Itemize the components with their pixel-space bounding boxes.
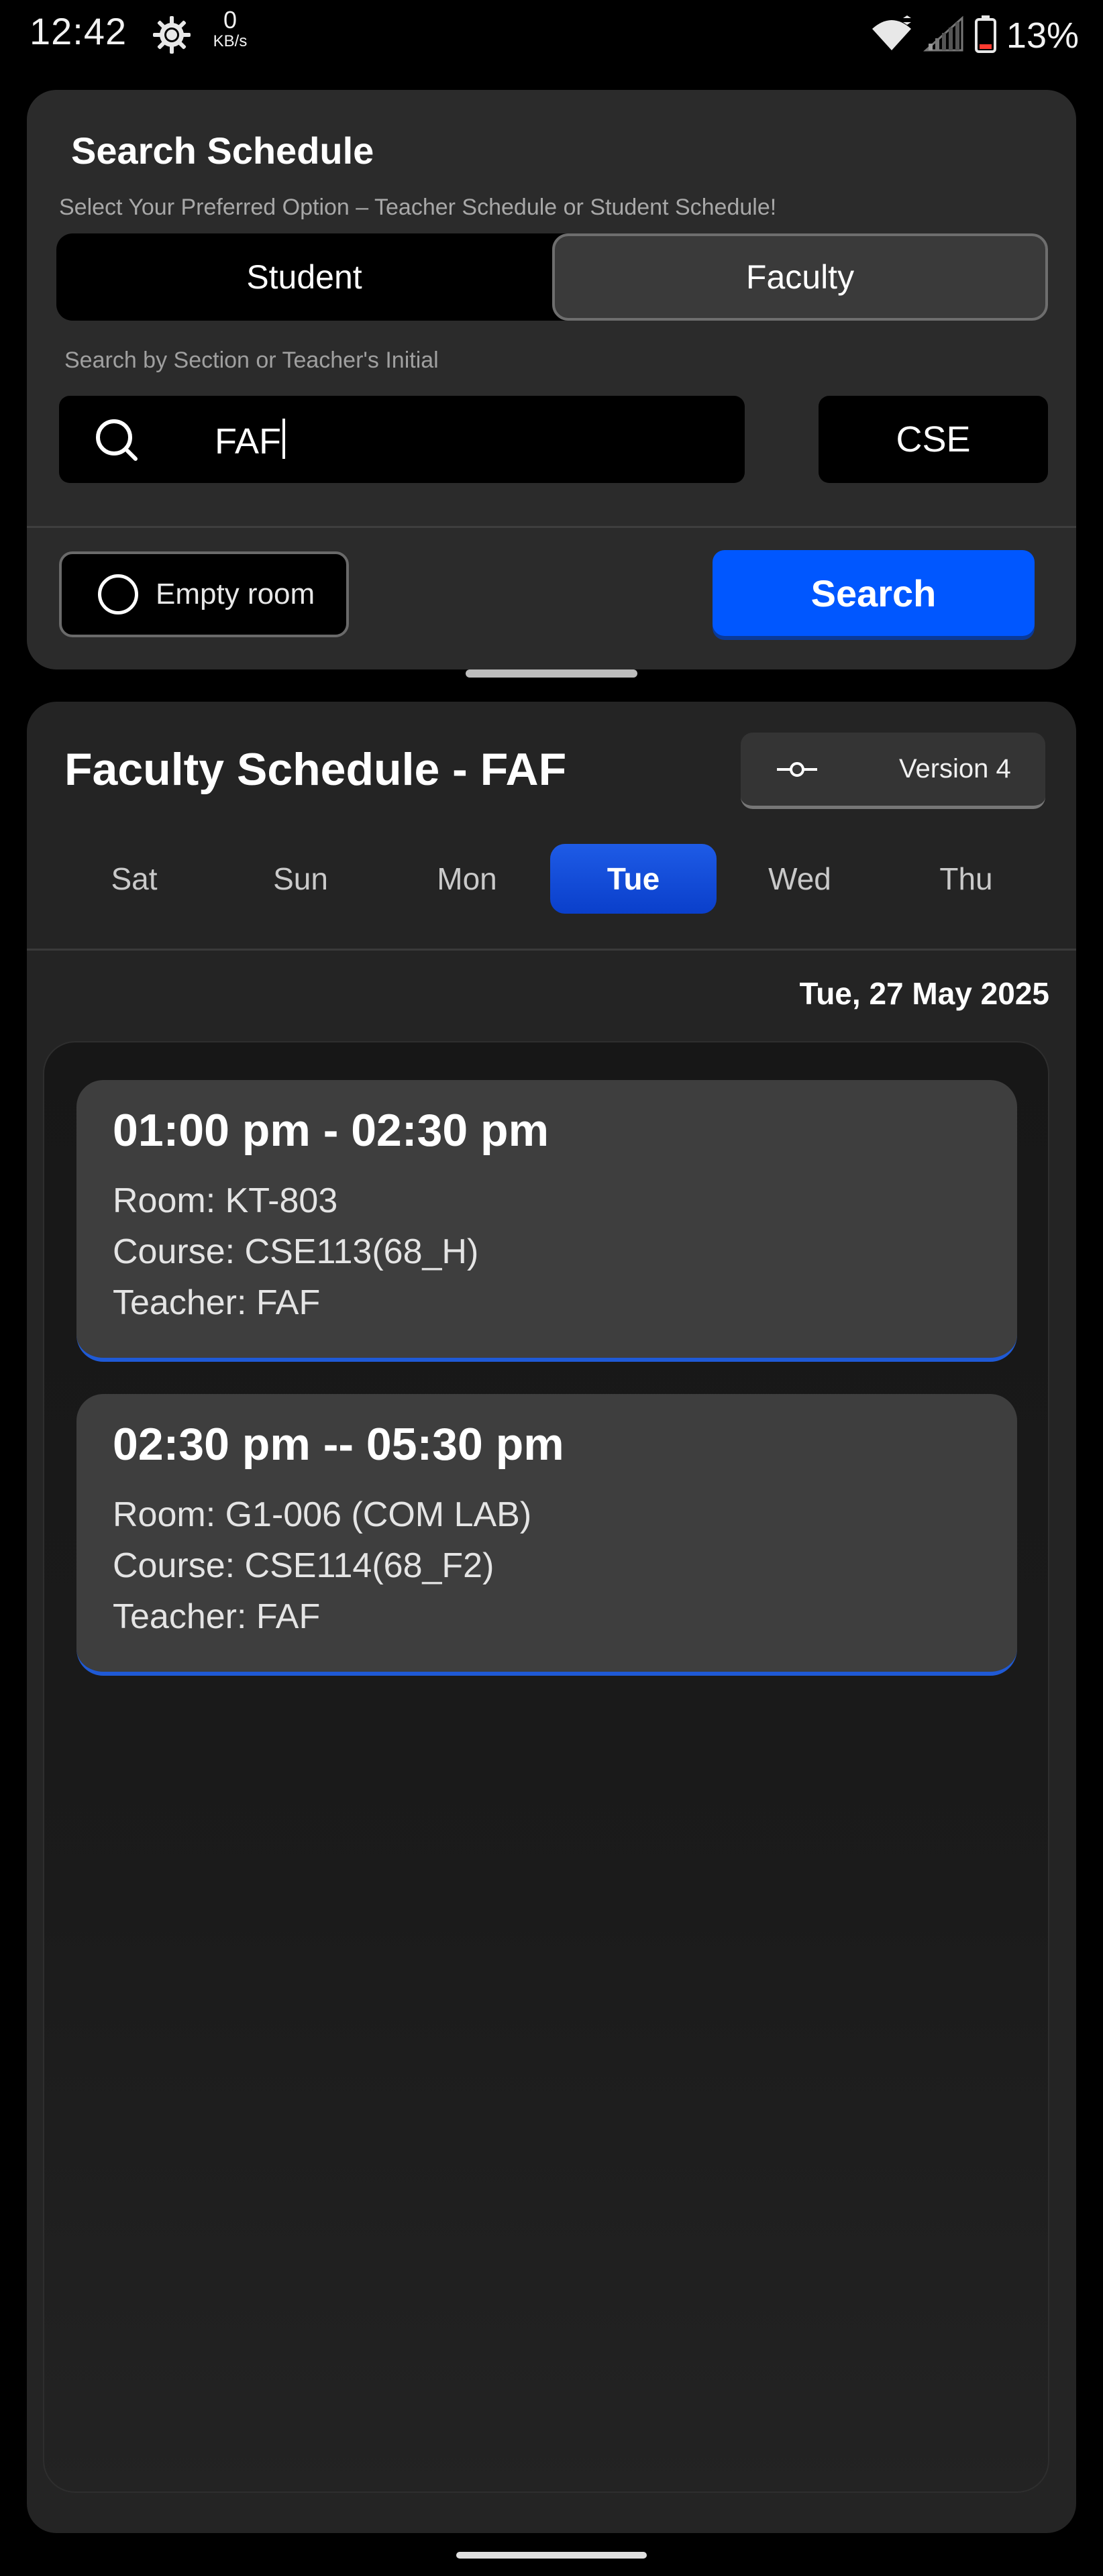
app-screen: 12:42 0 KB/s 13% Search Schedule Select … [0,0,1103,2576]
wifi-icon [870,15,914,56]
search-input-value: FAF [215,419,286,462]
schedule-title: Faculty Schedule - FAF [64,744,567,795]
tab-faculty[interactable]: Faculty [552,233,1048,321]
network-speed-value: 0 [223,6,238,34]
empty-room-toggle[interactable]: Empty room [59,551,349,637]
search-button[interactable]: Search [713,550,1035,636]
day-tabs: Sat Sun Mon Tue Wed Thu [51,844,1051,914]
department-selector[interactable]: CSE [819,396,1048,483]
drag-handle[interactable] [466,669,637,678]
cell-signal-icon [923,15,965,56]
empty-room-label: Empty room [156,578,315,610]
class-card[interactable]: 02:30 pm -- 05:30 pm Room: G1-006 (COM L… [76,1394,1017,1676]
status-bar: 12:42 0 KB/s 13% [0,0,1103,74]
search-hint: Search by Section or Teacher's Initial [64,347,439,373]
tab-day-mon[interactable]: Mon [384,844,550,914]
class-list: 01:00 pm - 02:30 pm Room: KT-803 Course:… [43,1041,1049,2493]
tab-day-thu[interactable]: Thu [883,844,1049,914]
battery-icon [974,15,997,57]
class-card[interactable]: 01:00 pm - 02:30 pm Room: KT-803 Course:… [76,1080,1017,1362]
class-room: Room: G1-006 (COM LAB) [113,1495,532,1534]
class-room: Room: KT-803 [113,1181,338,1220]
settings-gear-icon [150,13,193,56]
commit-icon [776,759,819,780]
tab-day-tue[interactable]: Tue [550,844,717,914]
search-input[interactable]: FAF [59,396,745,483]
divider [27,949,1076,951]
class-teacher: Teacher: FAF [113,1283,321,1322]
tab-day-wed[interactable]: Wed [717,844,883,914]
network-speed: 0 KB/s [207,8,254,50]
status-right-icons: 13% [870,12,1079,59]
version-selector-button[interactable]: Version 4 [741,733,1045,809]
search-card-subtitle: Select Your Preferred Option – Teacher S… [59,195,777,220]
class-teacher: Teacher: FAF [113,1597,321,1636]
search-card-title: Search Schedule [71,129,374,172]
tab-day-sat[interactable]: Sat [51,844,217,914]
version-label: Version 4 [899,754,1011,784]
tab-student[interactable]: Student [56,233,552,321]
battery-percent: 13% [1006,15,1079,56]
class-time: 02:30 pm -- 05:30 pm [113,1419,564,1470]
selected-date: Tue, 27 May 2025 [799,976,1049,1011]
class-course: Course: CSE114(68_F2) [113,1546,494,1585]
text-caret [282,419,286,459]
status-time: 12:42 [30,10,127,52]
search-schedule-card: Search Schedule Select Your Preferred Op… [27,90,1076,669]
class-course: Course: CSE113(68_H) [113,1232,479,1271]
search-icon [93,416,142,466]
divider [27,526,1076,528]
network-speed-unit: KB/s [213,32,248,50]
radio-unchecked-icon [98,574,138,614]
home-indicator[interactable] [456,2552,647,2559]
class-time: 01:00 pm - 02:30 pm [113,1105,549,1156]
schedule-card: Faculty Schedule - FAF Version 4 Sat Sun… [27,702,1076,2533]
tab-day-sun[interactable]: Sun [217,844,384,914]
search-query-text: FAF [215,421,282,462]
role-segmented-control: Student Faculty [56,233,1048,321]
